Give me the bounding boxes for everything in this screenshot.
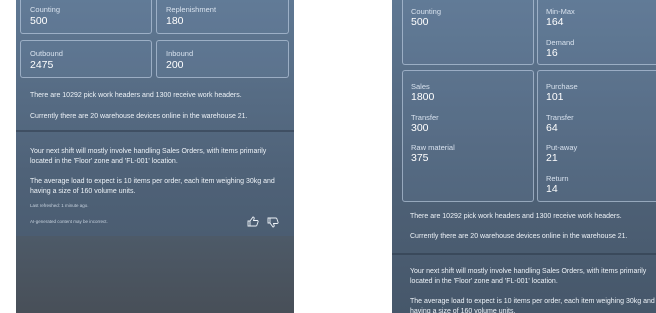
load-summary: The average load to expect is 10 items p… [30,178,275,195]
replenishment-tile[interactable]: Min-Max 164 Demand 16 [537,0,656,65]
panel-empty-area [16,236,294,313]
sales-value: 1800 [411,91,435,103]
thumbs-up-icon[interactable] [247,214,259,232]
raw-material-label: Raw material [411,143,455,152]
transfer-in-value: 64 [546,122,558,134]
outbound-tile[interactable]: Sales 1800 Transfer 300 Raw material 375 [402,70,534,202]
left-workload-panel: Counting 500 Replenishment 180 Outbound … [16,0,294,313]
tile-value: 500 [411,16,429,28]
demand-value: 16 [546,47,558,59]
return-label: Return [546,174,569,183]
inbound-tile[interactable]: Purchase 101 Transfer 64 Put-away 21 Ret… [537,70,656,202]
tile-label: Outbound [30,49,63,58]
tile-label: Counting [411,7,442,16]
last-refreshed: Last refreshed: 1 minute ago. [30,203,89,208]
tile-value: 500 [30,15,48,27]
min-max-label: Min-Max [546,7,575,16]
transfer-out-value: 300 [411,122,429,134]
right-workload-panel: Counting 500 Min-Max 164 Demand 16 Sales… [392,0,656,313]
tile-label: Inbound [166,49,194,58]
shift-summary: Your next shift will mostly involve hand… [410,268,647,285]
transfer-in-label: Transfer [546,113,574,122]
devices-online-info: Currently there are 20 warehouse devices… [30,113,248,120]
put-away-label: Put-away [546,143,578,152]
section-divider [392,253,656,255]
load-summary: The average load to expect is 10 items p… [410,298,655,313]
return-value: 14 [546,183,558,195]
work-headers-info: There are 10292 pick work headers and 13… [410,213,622,220]
purchase-value: 101 [546,91,564,103]
outbound-tile[interactable]: Outbound 2475 [20,40,152,78]
raw-material-value: 375 [411,152,429,164]
thumbs-down-icon[interactable] [267,215,279,233]
replenishment-tile[interactable]: Replenishment 180 [156,0,289,34]
tile-label: Replenishment [166,5,217,14]
demand-label: Demand [546,38,575,47]
tile-value: 180 [166,15,184,27]
work-headers-info: There are 10292 pick work headers and 13… [30,92,242,99]
tile-label: Counting [30,5,61,14]
counting-tile[interactable]: Counting 500 [402,0,534,65]
inbound-tile[interactable]: Inbound 200 [156,40,289,78]
tile-value: 2475 [30,59,54,71]
min-max-value: 164 [546,16,564,28]
ai-disclaimer: AI-generated content may be incorrect. [30,219,108,224]
purchase-label: Purchase [546,82,578,91]
sales-label: Sales [411,82,430,91]
shift-summary: Your next shift will mostly involve hand… [30,148,267,165]
section-divider [16,130,294,132]
counting-tile[interactable]: Counting 500 [20,0,152,34]
tile-value: 200 [166,59,184,71]
devices-online-info: Currently there are 20 warehouse devices… [410,233,628,240]
put-away-value: 21 [546,152,558,164]
transfer-out-label: Transfer [411,113,439,122]
